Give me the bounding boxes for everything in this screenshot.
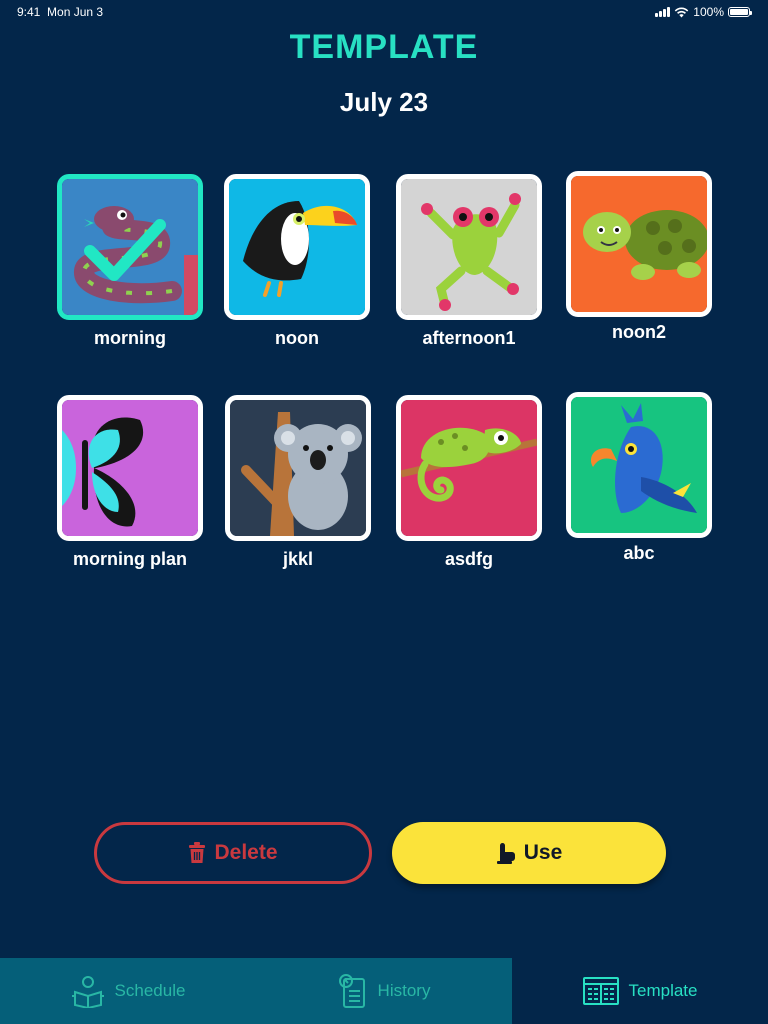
- schedule-icon: [71, 976, 104, 1008]
- template-label: noon2: [612, 322, 666, 342]
- status-time: 9:41: [17, 5, 41, 19]
- template-card-asdfg[interactable]: asdfg: [396, 395, 542, 569]
- parrot-icon: [571, 397, 707, 533]
- tab-label: History: [377, 981, 431, 1000]
- template-tile[interactable]: [57, 174, 203, 320]
- template-label: noon: [275, 328, 319, 348]
- cellular-signal-icon: [655, 7, 671, 17]
- tab-schedule[interactable]: Schedule: [0, 958, 256, 1024]
- tab-label: Template: [628, 981, 698, 1000]
- template-tile[interactable]: [224, 174, 370, 320]
- template-tile[interactable]: [566, 392, 712, 538]
- butterfly-icon: [62, 400, 198, 536]
- toucan-icon: [229, 179, 365, 315]
- tab-bar: Schedule History Template: [0, 958, 768, 1024]
- template-tile[interactable]: [396, 174, 542, 320]
- template-card-noon[interactable]: noon: [224, 174, 370, 348]
- template-card-morning-plan[interactable]: morning plan: [57, 395, 203, 569]
- wifi-icon: [675, 7, 689, 17]
- template-tile[interactable]: [396, 395, 542, 541]
- template-label: jkkl: [282, 549, 314, 569]
- template-label: abc: [623, 543, 655, 563]
- hand-pointer-icon: [496, 843, 515, 864]
- template-card-jkkl[interactable]: jkkl: [225, 395, 371, 569]
- delete-button[interactable]: Delete: [94, 822, 372, 884]
- template-tile[interactable]: [566, 171, 712, 317]
- status-date: Mon Jun 3: [47, 5, 104, 19]
- tab-history[interactable]: History: [256, 958, 512, 1024]
- template-card-noon2[interactable]: noon2: [566, 171, 712, 342]
- template-tile[interactable]: [225, 395, 371, 541]
- delete-label: Delete: [214, 841, 278, 864]
- frog-icon: [401, 179, 537, 315]
- koala-icon: [230, 400, 366, 536]
- tab-template[interactable]: Template: [512, 958, 768, 1024]
- template-card-morning[interactable]: morning: [57, 174, 203, 348]
- status-indicators: 100%: [655, 5, 752, 19]
- battery-icon: [728, 7, 752, 17]
- template-label: morning: [94, 328, 166, 348]
- template-tile[interactable]: [57, 395, 203, 541]
- trash-icon: [189, 842, 206, 863]
- page-title: TEMPLATE: [289, 28, 479, 66]
- chameleon-icon: [401, 400, 537, 536]
- battery-percent: 100%: [693, 5, 724, 19]
- snake-icon: [62, 179, 198, 315]
- template-label: afternoon1: [422, 328, 516, 348]
- template-icon: [582, 977, 619, 1005]
- page-date: July 23: [339, 87, 429, 117]
- status-time-date: 9:41 Mon Jun 3: [17, 5, 103, 19]
- turtle-icon: [571, 176, 707, 312]
- template-card-abc[interactable]: abc: [566, 392, 712, 563]
- use-label: Use: [523, 841, 563, 864]
- history-icon: [338, 974, 365, 1008]
- tab-label: Schedule: [114, 981, 186, 1000]
- status-bar: 9:41 Mon Jun 3 100%: [0, 0, 768, 24]
- use-button[interactable]: Use: [392, 822, 666, 884]
- template-card-afternoon1[interactable]: afternoon1: [396, 174, 542, 348]
- template-label: morning plan: [73, 549, 187, 569]
- template-label: asdfg: [444, 549, 493, 569]
